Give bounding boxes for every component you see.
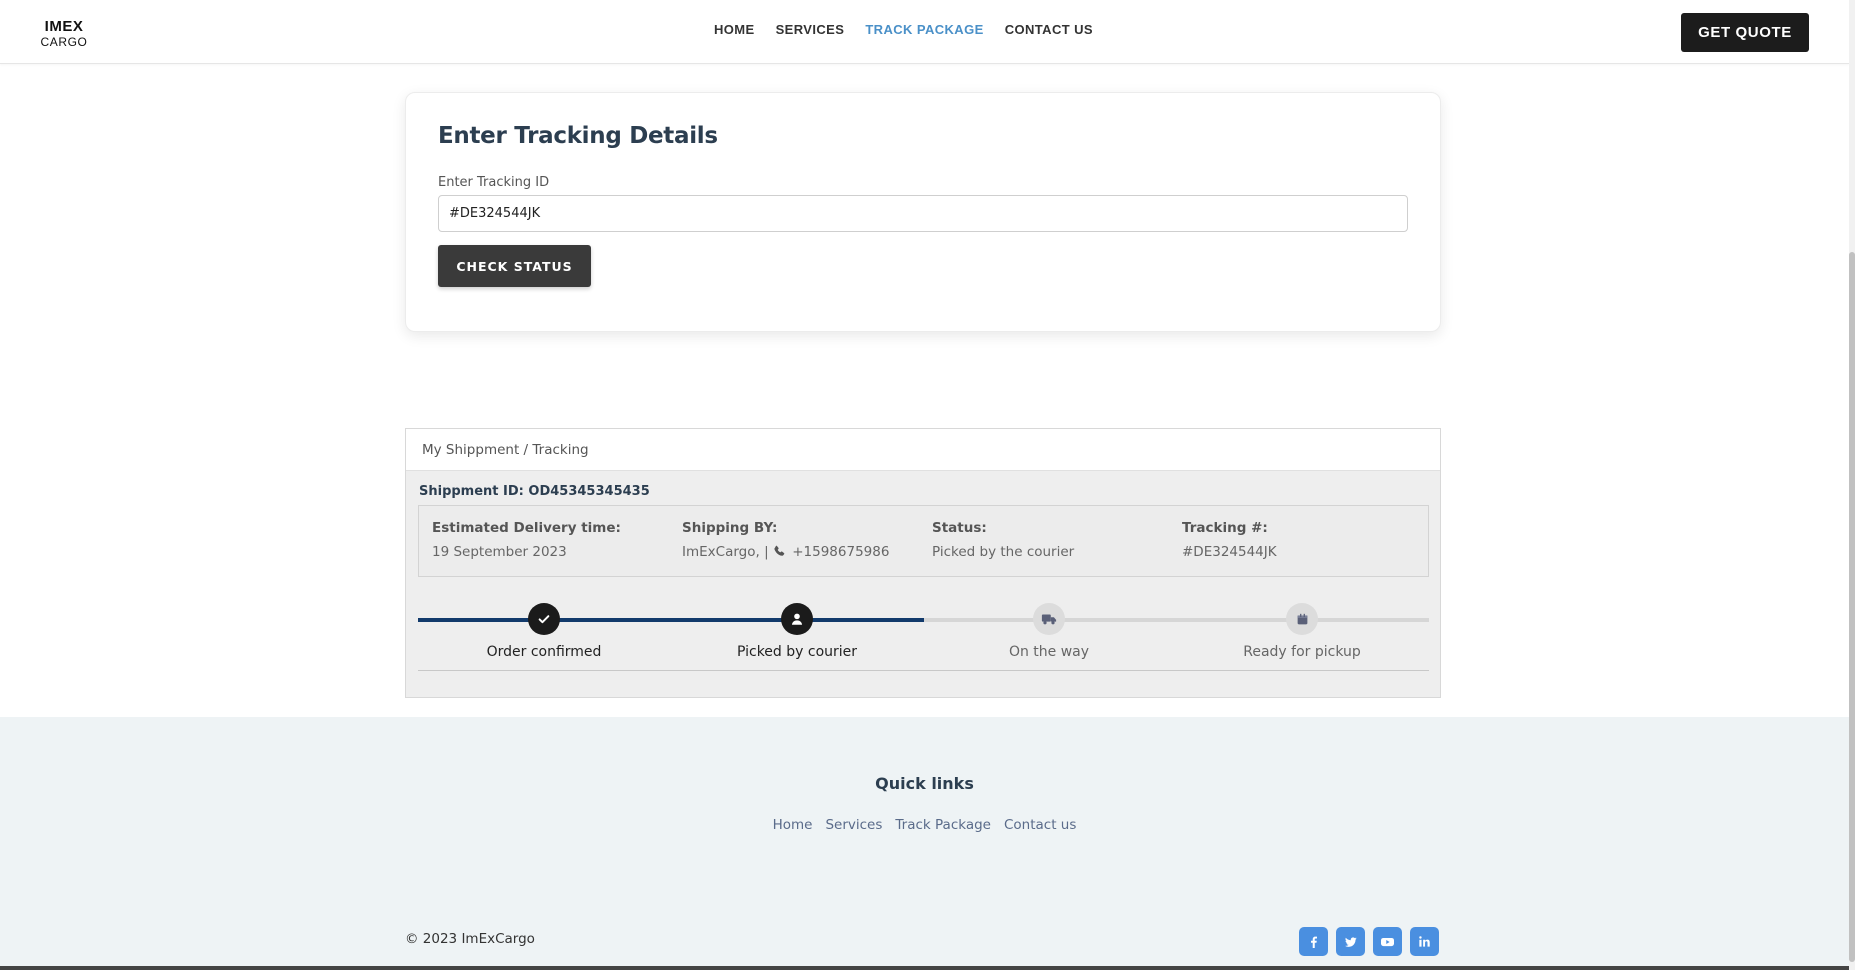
- shipping-by-title: Shipping BY:: [682, 520, 778, 536]
- box-icon: [1297, 613, 1307, 624]
- shipment-card: My Shippment / Tracking Shippment ID: OD…: [405, 428, 1441, 698]
- nav-link-contact-us[interactable]: CONTACT US: [1005, 22, 1093, 37]
- tracking-id-input[interactable]: [438, 195, 1408, 232]
- window-bottom-edge: [0, 966, 1849, 970]
- linkedin-icon[interactable]: [1410, 927, 1439, 956]
- truck-icon: [1041, 614, 1057, 625]
- shipment-id: Shippment ID: OD45345345435: [419, 484, 650, 499]
- scrollbar-thumb[interactable]: [1849, 252, 1855, 962]
- user-icon: [791, 613, 803, 625]
- phone-icon: [774, 545, 785, 556]
- step-label: Order confirmed: [486, 644, 602, 660]
- shipment-id-label: Shippment ID:: [419, 484, 524, 499]
- copyright-text: © 2023 ImExCargo: [405, 931, 535, 947]
- shipping-by-value: ImExCargo, | +1598675986: [682, 544, 889, 560]
- quick-link-track-package[interactable]: Track Package: [895, 817, 991, 833]
- step-dot: [781, 603, 813, 635]
- youtube-icon[interactable]: [1373, 927, 1402, 956]
- delivery-time-column: Estimated Delivery time: 19 September 20…: [432, 520, 621, 560]
- quick-link-home[interactable]: Home: [773, 817, 813, 833]
- shipment-id-value: OD45345345435: [528, 484, 650, 499]
- main-nav: HOME SERVICES TRACK PACKAGE CONTACT US: [714, 22, 1114, 37]
- footer: Quick links Home Services Track Package …: [0, 717, 1849, 970]
- quick-links-title: Quick links: [875, 774, 974, 793]
- step-dot: [1286, 603, 1318, 635]
- step-label: Picked by courier: [736, 644, 858, 660]
- social-links: [1299, 927, 1439, 956]
- check-status-button[interactable]: CHECK STATUS: [438, 245, 591, 287]
- shipping-by-column: Shipping BY: ImExCargo, | +1598675986: [682, 520, 889, 560]
- step-on-the-way: On the way: [949, 603, 1149, 660]
- quick-link-services[interactable]: Services: [825, 817, 882, 833]
- step-order-confirmed: Order confirmed: [444, 603, 644, 660]
- tracking-number-column: Tracking #: #DE324544JK: [1182, 520, 1277, 560]
- shipment-card-header: My Shippment / Tracking: [406, 429, 1440, 471]
- tracking-number-value: #DE324544JK: [1182, 544, 1277, 560]
- nav-link-track-package[interactable]: TRACK PACKAGE: [865, 22, 983, 37]
- tracking-id-label: Enter Tracking ID: [438, 175, 550, 190]
- shipping-phone: +1598675986: [792, 544, 890, 560]
- step-dot: [528, 603, 560, 635]
- tracking-form-card: Enter Tracking Details Enter Tracking ID…: [405, 92, 1441, 332]
- nav-link-services[interactable]: SERVICES: [776, 22, 845, 37]
- logo-sub-text: CARGO: [40, 35, 88, 49]
- tracking-form-title: Enter Tracking Details: [438, 123, 718, 149]
- logo-main-text: IMEX: [44, 18, 84, 35]
- twitter-icon[interactable]: [1336, 927, 1365, 956]
- get-quote-button[interactable]: GET QUOTE: [1681, 13, 1809, 52]
- delivery-time-value: 19 September 2023: [432, 544, 567, 560]
- shipping-carrier: ImExCargo, |: [682, 544, 769, 560]
- step-label: On the way: [1008, 644, 1090, 660]
- step-dot: [1033, 603, 1065, 635]
- tracking-number-title: Tracking #:: [1182, 520, 1268, 536]
- quick-links: Home Services Track Package Contact us: [0, 817, 1849, 833]
- status-title: Status:: [932, 520, 987, 536]
- logo[interactable]: IMEX CARGO: [40, 19, 88, 48]
- facebook-icon[interactable]: [1299, 927, 1328, 956]
- nav-link-home[interactable]: HOME: [714, 22, 755, 37]
- breadcrumb: My Shippment / Tracking: [422, 442, 589, 458]
- divider: [418, 670, 1429, 671]
- check-icon: [538, 615, 550, 624]
- step-picked-by-courier: Picked by courier: [697, 603, 897, 660]
- status-column: Status: Picked by the courier: [932, 520, 1074, 560]
- status-value: Picked by the courier: [932, 544, 1075, 560]
- delivery-time-title: Estimated Delivery time:: [432, 520, 621, 536]
- step-ready-for-pickup: Ready for pickup: [1202, 603, 1402, 660]
- step-label: Ready for pickup: [1243, 644, 1361, 660]
- top-navbar: IMEX CARGO HOME SERVICES TRACK PACKAGE C…: [0, 0, 1849, 64]
- quick-link-contact-us[interactable]: Contact us: [1004, 817, 1076, 833]
- shipment-info-box: Estimated Delivery time: 19 September 20…: [418, 505, 1429, 577]
